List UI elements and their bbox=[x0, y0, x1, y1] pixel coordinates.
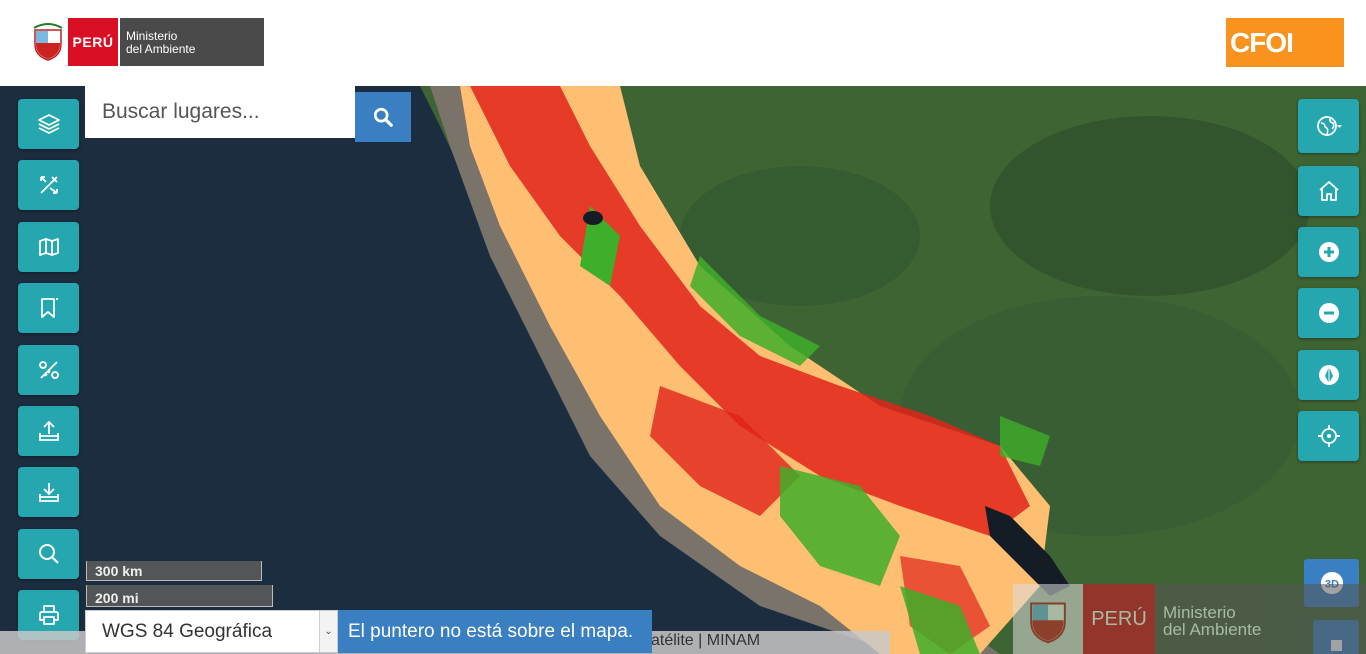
measure-button[interactable] bbox=[18, 345, 79, 395]
upload-icon bbox=[38, 420, 59, 441]
search-input[interactable] bbox=[85, 86, 355, 138]
watermark-ministry: Ministerio del Ambiente bbox=[1155, 584, 1366, 654]
scale-bar-mi: 200 mi bbox=[86, 585, 273, 607]
measure-icon bbox=[38, 361, 59, 379]
zoom-out-icon bbox=[1318, 303, 1339, 323]
layers-button[interactable] bbox=[18, 99, 79, 149]
header: PERÚ Ministerio del Ambiente CFOI bbox=[0, 0, 1366, 86]
map-icon bbox=[38, 238, 59, 256]
search-tool-button[interactable] bbox=[18, 529, 79, 579]
upload-button[interactable] bbox=[18, 406, 79, 456]
basemap-button[interactable] bbox=[1298, 99, 1359, 153]
search-icon bbox=[373, 107, 393, 127]
chevron-down-icon[interactable]: ⌄ bbox=[319, 611, 337, 652]
locate-icon bbox=[1317, 425, 1340, 447]
projection-select[interactable]: WGS 84 Geográfica ⌄ bbox=[85, 610, 338, 653]
draw-tools-icon bbox=[39, 176, 58, 194]
draw-tools-button[interactable] bbox=[18, 160, 79, 210]
coat-of-arms-icon bbox=[1013, 584, 1083, 654]
download-icon bbox=[38, 483, 59, 502]
map-button[interactable] bbox=[18, 222, 79, 272]
cfoi-logo[interactable]: CFOI bbox=[1226, 18, 1344, 67]
coat-of-arms-icon bbox=[28, 18, 68, 66]
compass-icon bbox=[1318, 365, 1339, 385]
zoom-out-button[interactable] bbox=[1298, 288, 1359, 338]
print-icon bbox=[38, 605, 59, 625]
layers-icon bbox=[37, 114, 60, 134]
download-button[interactable] bbox=[18, 467, 79, 517]
home-icon bbox=[1318, 181, 1339, 201]
bookmark-icon bbox=[40, 298, 58, 318]
bookmark-button[interactable] bbox=[18, 283, 79, 333]
zoom-in-button[interactable] bbox=[1298, 227, 1359, 277]
minam-logo[interactable]: PERÚ Ministerio del Ambiente bbox=[28, 18, 264, 66]
ministry-label: Ministerio del Ambiente bbox=[118, 18, 264, 66]
minam-watermark: PERÚ Ministerio del Ambiente bbox=[1013, 584, 1366, 654]
pointer-status: El puntero no está sobre el mapa. bbox=[338, 610, 652, 653]
peru-label: PERÚ bbox=[68, 18, 118, 66]
search-button[interactable] bbox=[355, 92, 411, 142]
compass-button[interactable] bbox=[1298, 350, 1359, 400]
watermark-line2: del Ambiente bbox=[1163, 620, 1262, 639]
ministry-line2: del Ambiente bbox=[126, 42, 196, 56]
attribution-text[interactable]: atélite | MINAM bbox=[651, 632, 887, 650]
home-button[interactable] bbox=[1298, 166, 1359, 216]
watermark-peru: PERÚ bbox=[1083, 584, 1155, 654]
locate-button[interactable] bbox=[1298, 411, 1359, 461]
projection-value: WGS 84 Geográfica bbox=[102, 621, 273, 642]
basemap-globe-icon bbox=[1316, 116, 1342, 136]
zoom-in-icon bbox=[1318, 242, 1339, 262]
search-icon bbox=[38, 544, 59, 564]
watermark-line1: Ministerio bbox=[1163, 603, 1236, 622]
scale-bar-km: 300 km bbox=[86, 561, 262, 581]
